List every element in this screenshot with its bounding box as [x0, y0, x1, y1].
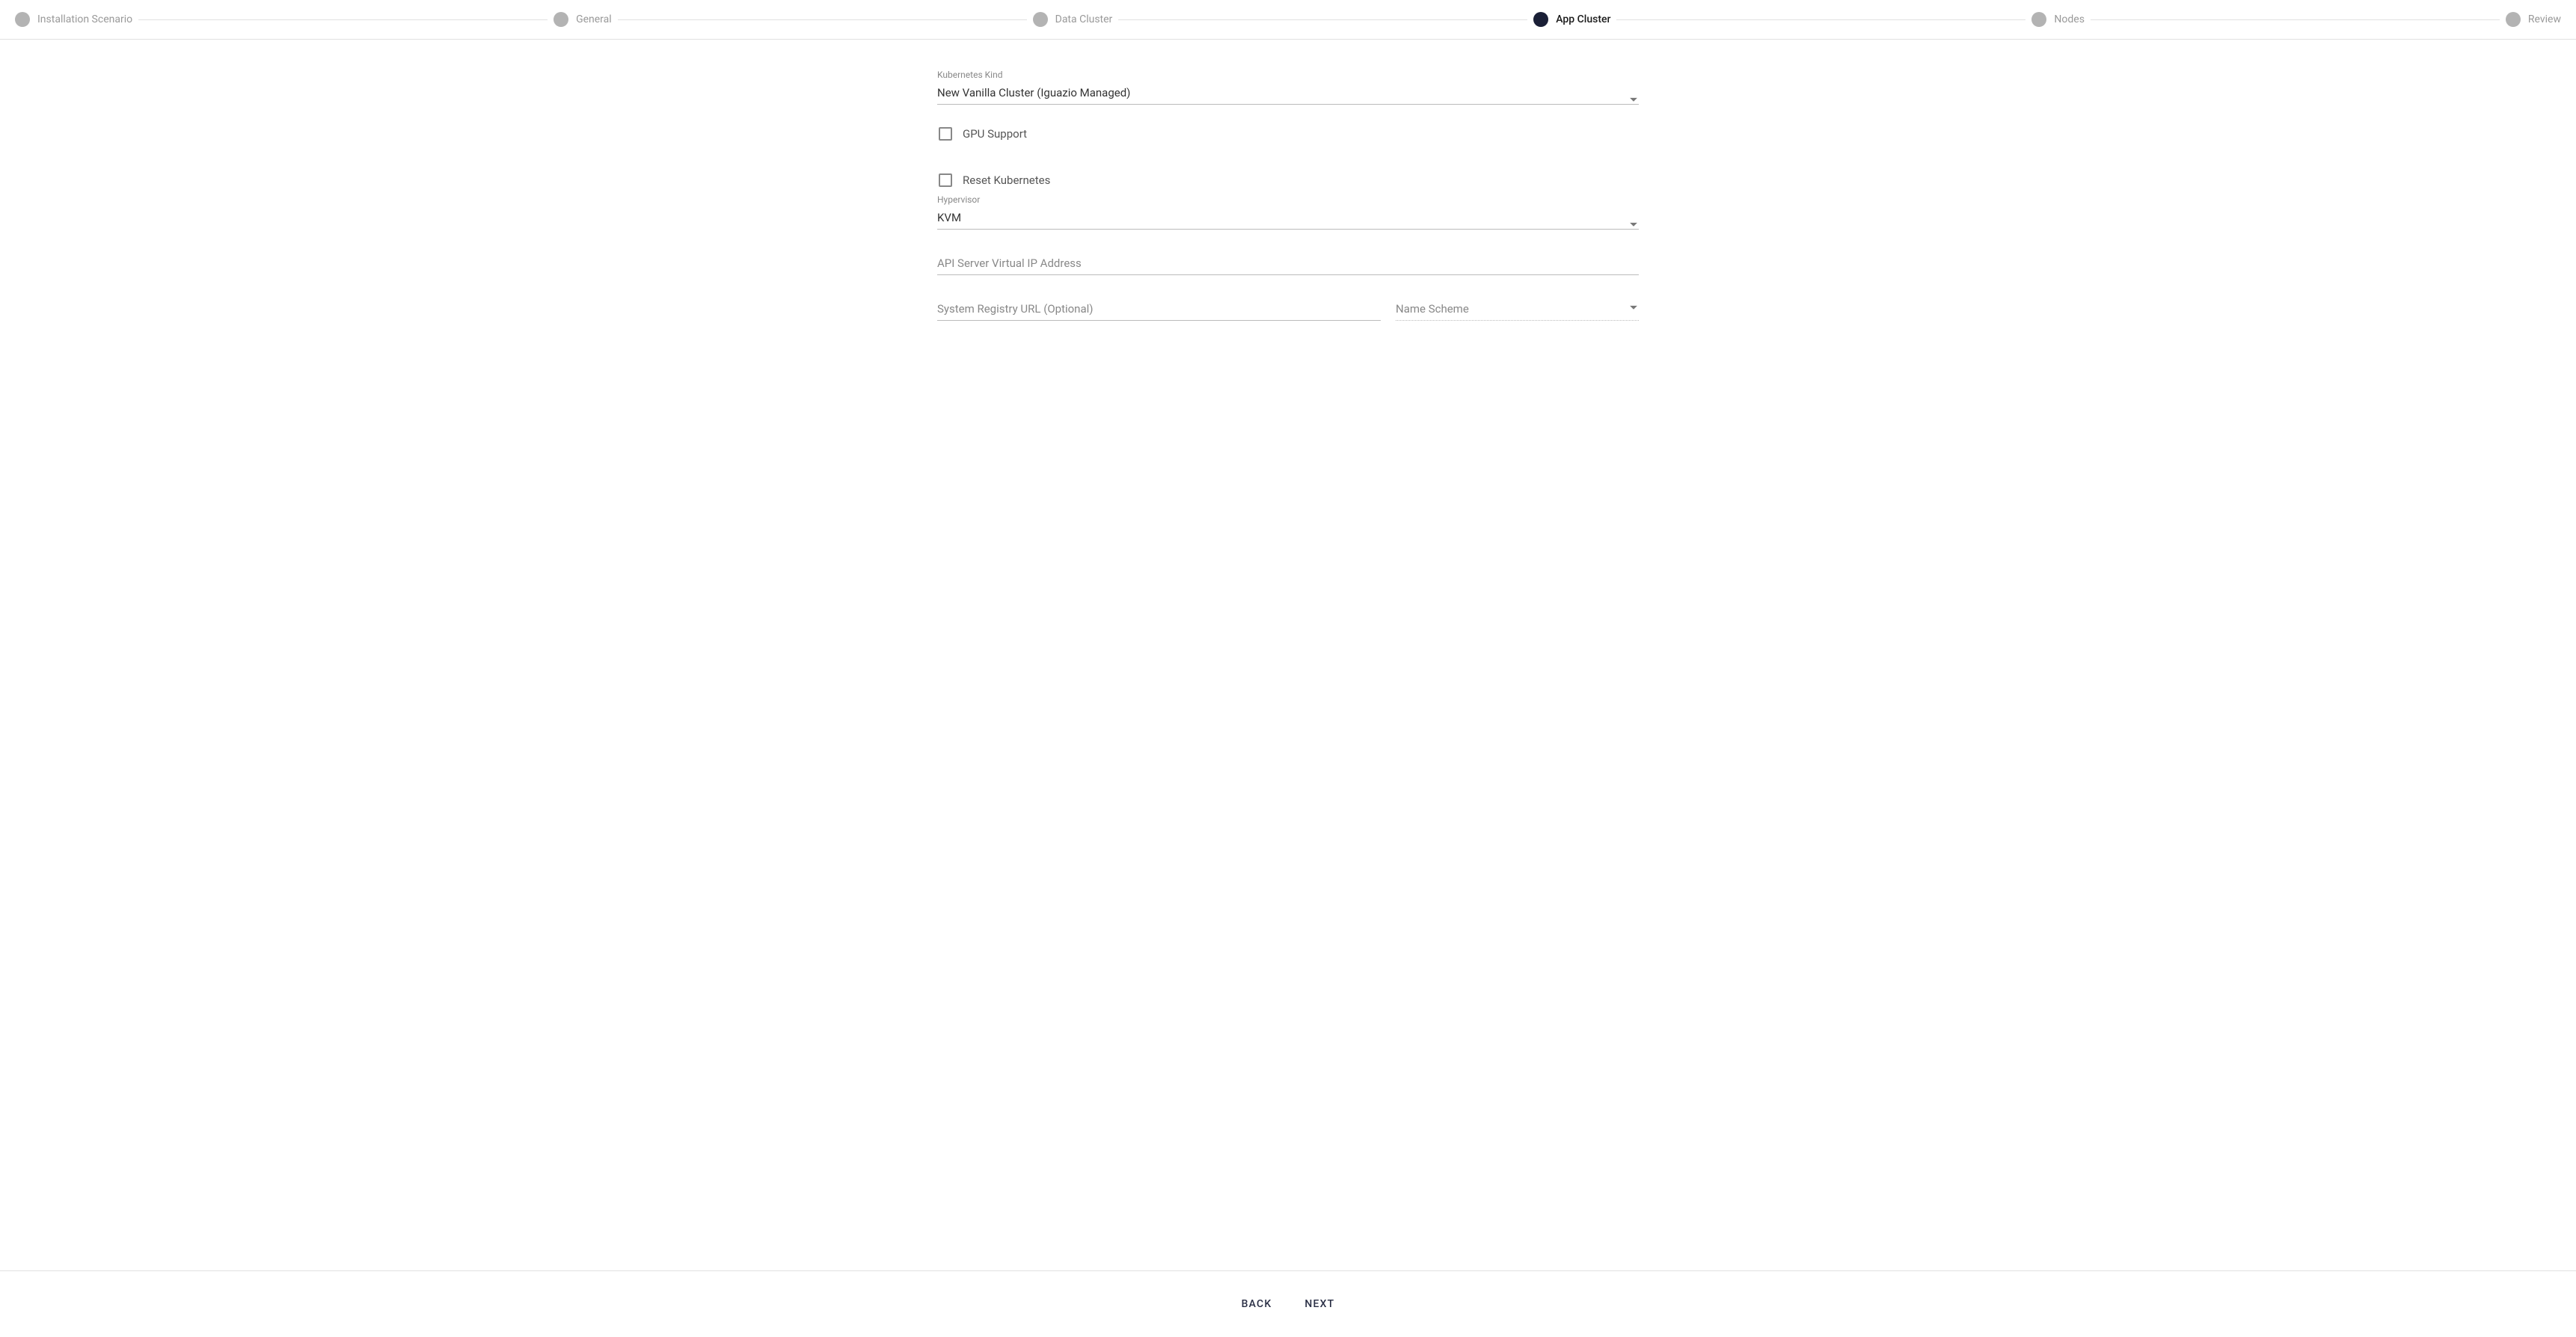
wizard-footer: BACK NEXT: [0, 1271, 2576, 1337]
hypervisor-label: Hypervisor: [937, 194, 1639, 205]
kubernetes-kind-select[interactable]: New Vanilla Cluster (Iguazio Managed): [937, 82, 1639, 105]
step-label: App Cluster: [1556, 13, 1610, 25]
step-connector: [138, 19, 548, 20]
step-review[interactable]: Review: [2506, 12, 2561, 27]
step-data-cluster[interactable]: Data Cluster: [1033, 12, 1113, 27]
step-connector: [1616, 19, 2025, 20]
next-button[interactable]: NEXT: [1301, 1292, 1337, 1316]
step-connector: [1118, 19, 1527, 20]
hypervisor-field: Hypervisor KVM: [937, 194, 1639, 230]
api-server-vip-input[interactable]: [937, 252, 1639, 275]
step-circle-icon: [553, 12, 568, 27]
reset-kubernetes-checkbox[interactable]: [939, 173, 952, 187]
step-label: Review: [2528, 13, 2561, 25]
api-server-vip-field: [937, 252, 1639, 275]
step-label: Data Cluster: [1055, 13, 1113, 25]
system-registry-url-field: [937, 298, 1381, 321]
step-circle-icon: [1033, 12, 1048, 27]
step-label: Nodes: [2054, 13, 2085, 25]
step-circle-icon: [15, 12, 30, 27]
hypervisor-value: KVM: [937, 211, 961, 224]
step-installation-scenario[interactable]: Installation Scenario: [15, 12, 132, 27]
reset-kubernetes-label[interactable]: Reset Kubernetes: [963, 173, 1050, 187]
kubernetes-kind-field: Kubernetes Kind New Vanilla Cluster (Igu…: [937, 70, 1639, 105]
step-circle-icon: [2506, 12, 2521, 27]
gpu-support-row: GPU Support: [937, 127, 1639, 141]
form-content: Kubernetes Kind New Vanilla Cluster (Igu…: [0, 40, 2576, 1271]
system-registry-url-input[interactable]: [937, 298, 1381, 321]
back-button[interactable]: BACK: [1239, 1292, 1275, 1316]
step-nodes[interactable]: Nodes: [2031, 12, 2085, 27]
step-circle-icon: [1533, 12, 1548, 27]
step-app-cluster[interactable]: App Cluster: [1533, 12, 1610, 27]
gpu-support-checkbox[interactable]: [939, 127, 952, 141]
step-connector: [618, 19, 1027, 20]
name-scheme-field: Name Scheme: [1396, 298, 1639, 321]
gpu-support-label[interactable]: GPU Support: [963, 127, 1027, 141]
name-scheme-placeholder: Name Scheme: [1396, 302, 1469, 316]
step-connector: [2091, 19, 2500, 20]
step-label: Installation Scenario: [37, 13, 132, 25]
reset-kubernetes-row: Reset Kubernetes: [937, 173, 1639, 187]
kubernetes-kind-value: New Vanilla Cluster (Iguazio Managed): [937, 86, 1130, 99]
kubernetes-kind-label: Kubernetes Kind: [937, 70, 1639, 80]
step-circle-icon: [2031, 12, 2046, 27]
hypervisor-select[interactable]: KVM: [937, 206, 1639, 230]
wizard-stepper: Installation Scenario General Data Clust…: [0, 0, 2576, 40]
step-label: General: [576, 13, 612, 25]
step-general[interactable]: General: [553, 12, 612, 27]
name-scheme-select[interactable]: Name Scheme: [1396, 298, 1639, 320]
